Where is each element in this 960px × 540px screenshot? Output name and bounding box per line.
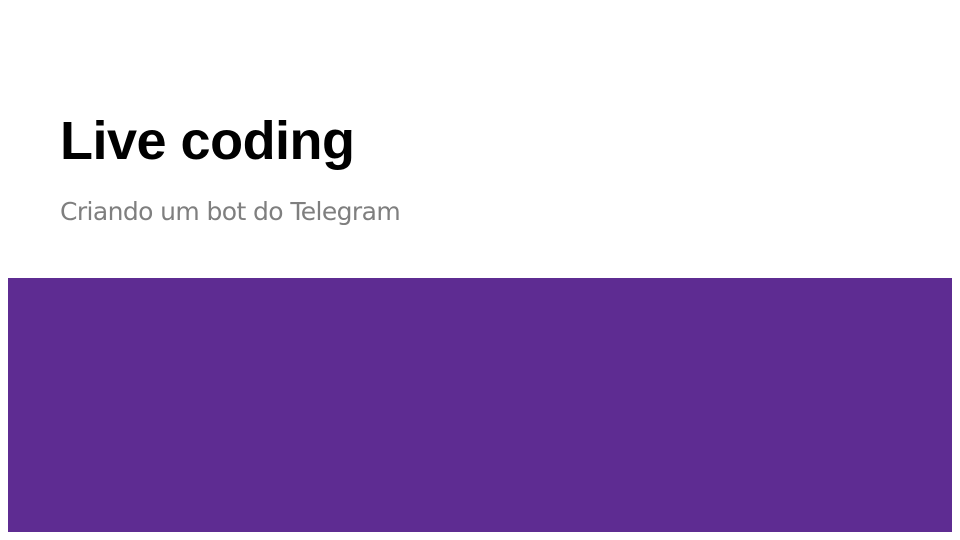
purple-color-band	[8, 278, 952, 532]
presentation-slide: Live coding Criando um bot do Telegram	[0, 0, 960, 540]
slide-subtitle: Criando um bot do Telegram	[60, 197, 401, 226]
slide-title: Live coding	[60, 111, 355, 171]
